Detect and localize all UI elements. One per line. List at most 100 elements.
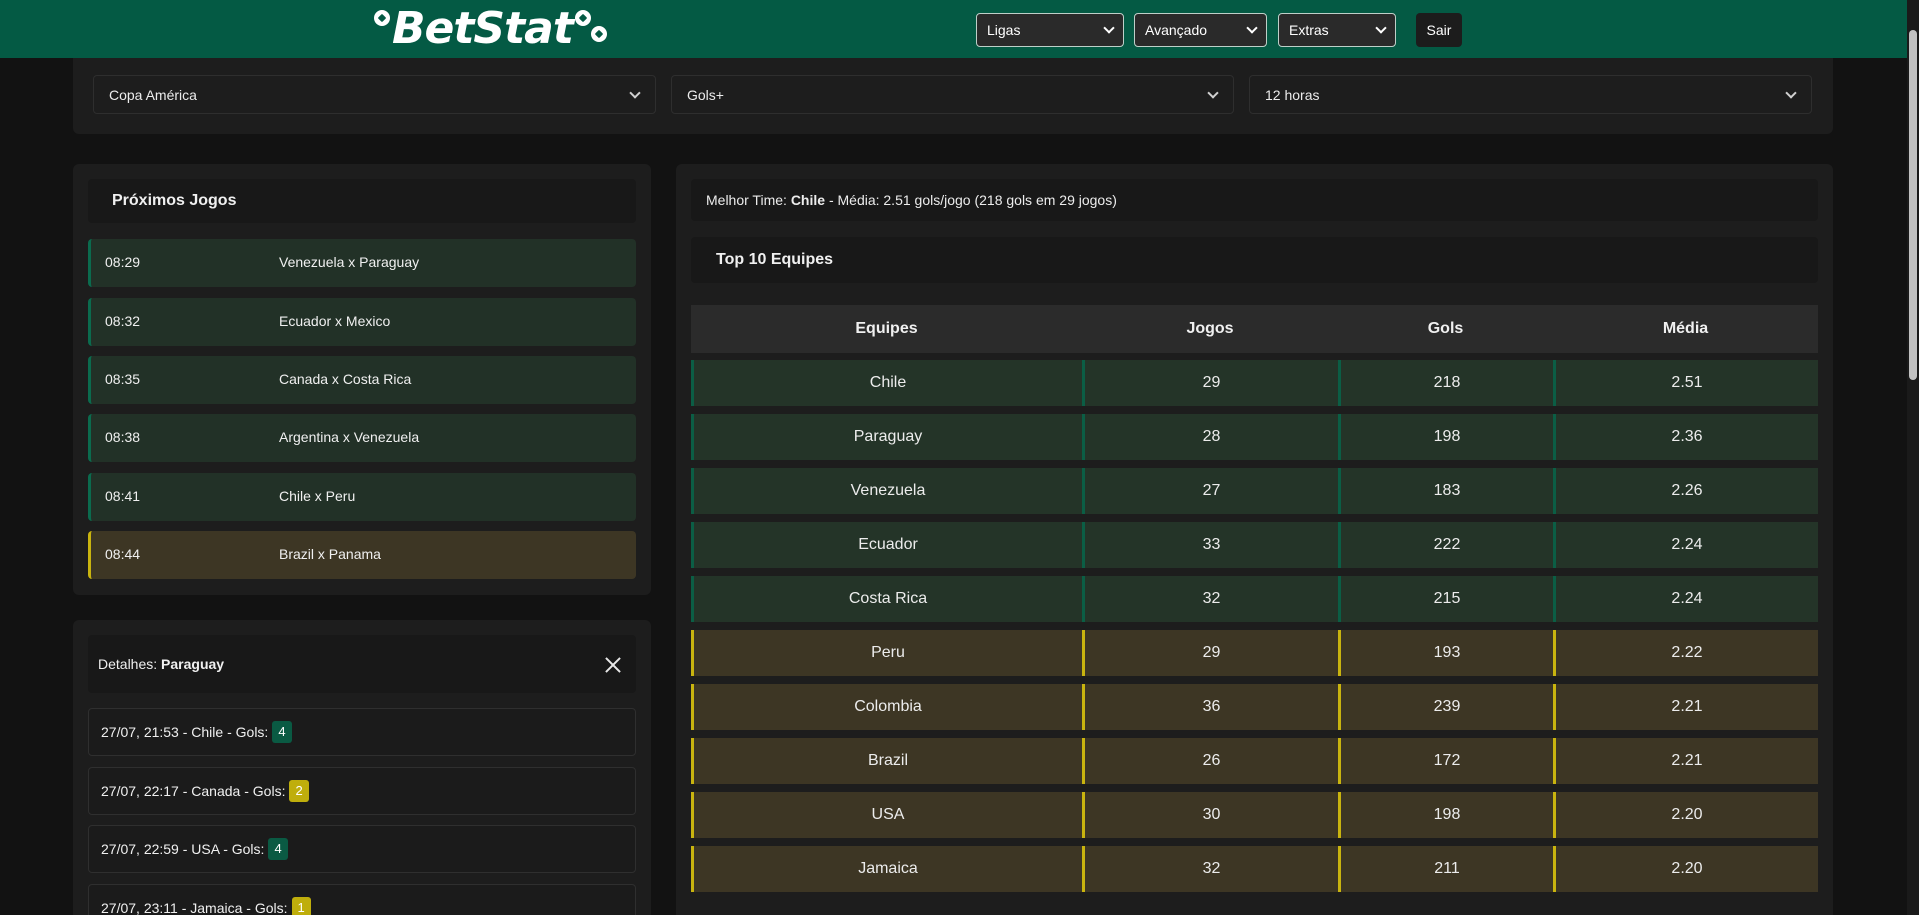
cell-team: USA <box>691 792 1082 838</box>
melhor-label: Melhor Time: <box>706 192 787 208</box>
page-scrollbar[interactable] <box>1907 0 1919 915</box>
col-gols: Gols <box>1427 320 1464 337</box>
avancado-dropdown[interactable]: Avançado <box>1134 13 1267 47</box>
cell-gols: 215 <box>1338 576 1553 622</box>
cell-gols: 183 <box>1338 468 1553 514</box>
cell-jogos: 29 <box>1082 630 1338 676</box>
detalhes-label: Detalhes: <box>98 656 158 672</box>
goals-badge: 2 <box>289 780 309 802</box>
cell-team: Chile <box>691 360 1082 406</box>
game-row[interactable]: 08:41 Chile x Peru <box>88 473 636 521</box>
ligas-label: Ligas <box>987 22 1021 38</box>
cell-gols: 222 <box>1338 522 1553 568</box>
game-time: 08:44 <box>105 546 141 562</box>
game-match: Ecuador x Mexico <box>279 313 391 329</box>
cell-jogos: 32 <box>1082 576 1338 622</box>
detail-item: 27/07, 22:17 - Canada - Gols: 2 <box>88 767 636 815</box>
extras-label: Extras <box>1289 22 1329 38</box>
detail-text: 27/07, 23:11 - Jamaica - <box>101 900 251 915</box>
col-jogos: Jogos <box>1186 320 1234 337</box>
avancado-label: Avançado <box>1145 22 1208 38</box>
cell-jogos: 32 <box>1082 846 1338 892</box>
table-row[interactable]: Brazil 26 172 2.21 <box>691 738 1818 784</box>
game-row[interactable]: 08:38 Argentina x Venezuela <box>88 414 636 462</box>
table-row[interactable]: Costa Rica 32 215 2.24 <box>691 576 1818 622</box>
cell-media: 2.51 <box>1553 360 1818 406</box>
cell-gols: 211 <box>1338 846 1553 892</box>
close-icon[interactable] <box>603 655 623 675</box>
cell-gols: 218 <box>1338 360 1553 406</box>
cell-media: 2.26 <box>1553 468 1818 514</box>
cell-team: Jamaica <box>691 846 1082 892</box>
game-row[interactable]: 08:32 Ecuador x Mexico <box>88 298 636 346</box>
league-value: Copa América <box>109 86 197 103</box>
cell-team: Costa Rica <box>691 576 1082 622</box>
goals-badge: 4 <box>272 721 292 743</box>
table-row[interactable]: Jamaica 32 211 2.20 <box>691 846 1818 892</box>
period-select[interactable]: 12 horas <box>1249 75 1812 114</box>
table-row[interactable]: Colombia 36 239 2.21 <box>691 684 1818 730</box>
detail-text: 27/07, 22:17 - Canada - <box>101 783 249 799</box>
cell-team: Brazil <box>691 738 1082 784</box>
scrollbar-thumb[interactable] <box>1909 30 1917 380</box>
game-match: Venezuela x Paraguay <box>279 254 420 270</box>
cell-jogos: 26 <box>1082 738 1338 784</box>
col-equipes: Equipes <box>855 320 918 337</box>
market-select[interactable]: Gols+ <box>671 75 1234 114</box>
brand-name: BetStat <box>392 3 574 54</box>
detalhes-title: Detalhes: Paraguay <box>98 656 224 672</box>
table-header: Equipes Jogos Gols Média <box>691 305 1818 353</box>
game-time: 08:41 <box>105 488 141 504</box>
extras-dropdown[interactable]: Extras <box>1278 13 1396 47</box>
table-row[interactable]: Ecuador 33 222 2.24 <box>691 522 1818 568</box>
market-value: Gols+ <box>687 86 724 103</box>
detail-text: 27/07, 21:53 - Chile - <box>101 724 232 740</box>
game-row[interactable]: 08:29 Venezuela x Paraguay <box>88 239 636 287</box>
detail-item: 27/07, 21:53 - Chile - Gols: 4 <box>88 708 636 756</box>
cell-jogos: 36 <box>1082 684 1338 730</box>
detalhes-team: Paraguay <box>161 656 225 672</box>
chevron-down-icon <box>1246 22 1258 34</box>
game-match: Argentina x Venezuela <box>279 429 420 445</box>
chevron-down-icon <box>629 87 641 99</box>
detail-text: 27/07, 22:59 - USA - <box>101 841 228 857</box>
game-row[interactable]: 08:35 Canada x Costa Rica <box>88 356 636 404</box>
cell-media: 2.21 <box>1553 684 1818 730</box>
logout-button[interactable]: Sair <box>1416 13 1462 47</box>
chevron-down-icon <box>1785 87 1797 99</box>
melhor-team: Chile <box>790 192 826 208</box>
soccer-ball-icon <box>574 10 591 26</box>
cell-gols: 193 <box>1338 630 1553 676</box>
cell-media: 2.21 <box>1553 738 1818 784</box>
cell-team: Ecuador <box>691 522 1082 568</box>
game-time: 08:35 <box>105 371 141 387</box>
detail-item: 27/07, 22:59 - USA - Gols: 4 <box>88 825 636 873</box>
betstat-logo[interactable]: BetStat <box>374 6 607 52</box>
melhor-time: Melhor Time: Chile - Média: 2.51 gols/jo… <box>706 192 1117 208</box>
table-row[interactable]: Paraguay 28 198 2.36 <box>691 414 1818 460</box>
proximos-jogos-title: Próximos Jogos <box>112 192 237 209</box>
chevron-down-icon <box>1207 87 1219 99</box>
goals-label: Gols: <box>231 841 265 857</box>
ligas-dropdown[interactable]: Ligas <box>976 13 1124 47</box>
cell-media: 2.22 <box>1553 630 1818 676</box>
table-row[interactable]: Peru 29 193 2.22 <box>691 630 1818 676</box>
table-row[interactable]: USA 30 198 2.20 <box>691 792 1818 838</box>
goals-badge: 4 <box>268 838 288 860</box>
cell-gols: 172 <box>1338 738 1553 784</box>
cell-media: 2.24 <box>1553 522 1818 568</box>
cell-team: Paraguay <box>691 414 1082 460</box>
chevron-down-icon <box>1103 22 1115 34</box>
cell-team: Colombia <box>691 684 1082 730</box>
cell-jogos: 33 <box>1082 522 1338 568</box>
league-select[interactable]: Copa América <box>93 75 656 114</box>
cell-gols: 239 <box>1338 684 1553 730</box>
game-match: Canada x Costa Rica <box>279 371 412 387</box>
cell-media: 2.36 <box>1553 414 1818 460</box>
table-row[interactable]: Chile 29 218 2.51 <box>691 360 1818 406</box>
table-row[interactable]: Venezuela 27 183 2.26 <box>691 468 1818 514</box>
game-row[interactable]: 08:44 Brazil x Panama <box>88 531 636 579</box>
detail-item: 27/07, 23:11 - Jamaica - Gols: 1 <box>88 884 636 915</box>
soccer-ball-icon <box>590 26 607 42</box>
goals-badge: 1 <box>291 897 311 915</box>
